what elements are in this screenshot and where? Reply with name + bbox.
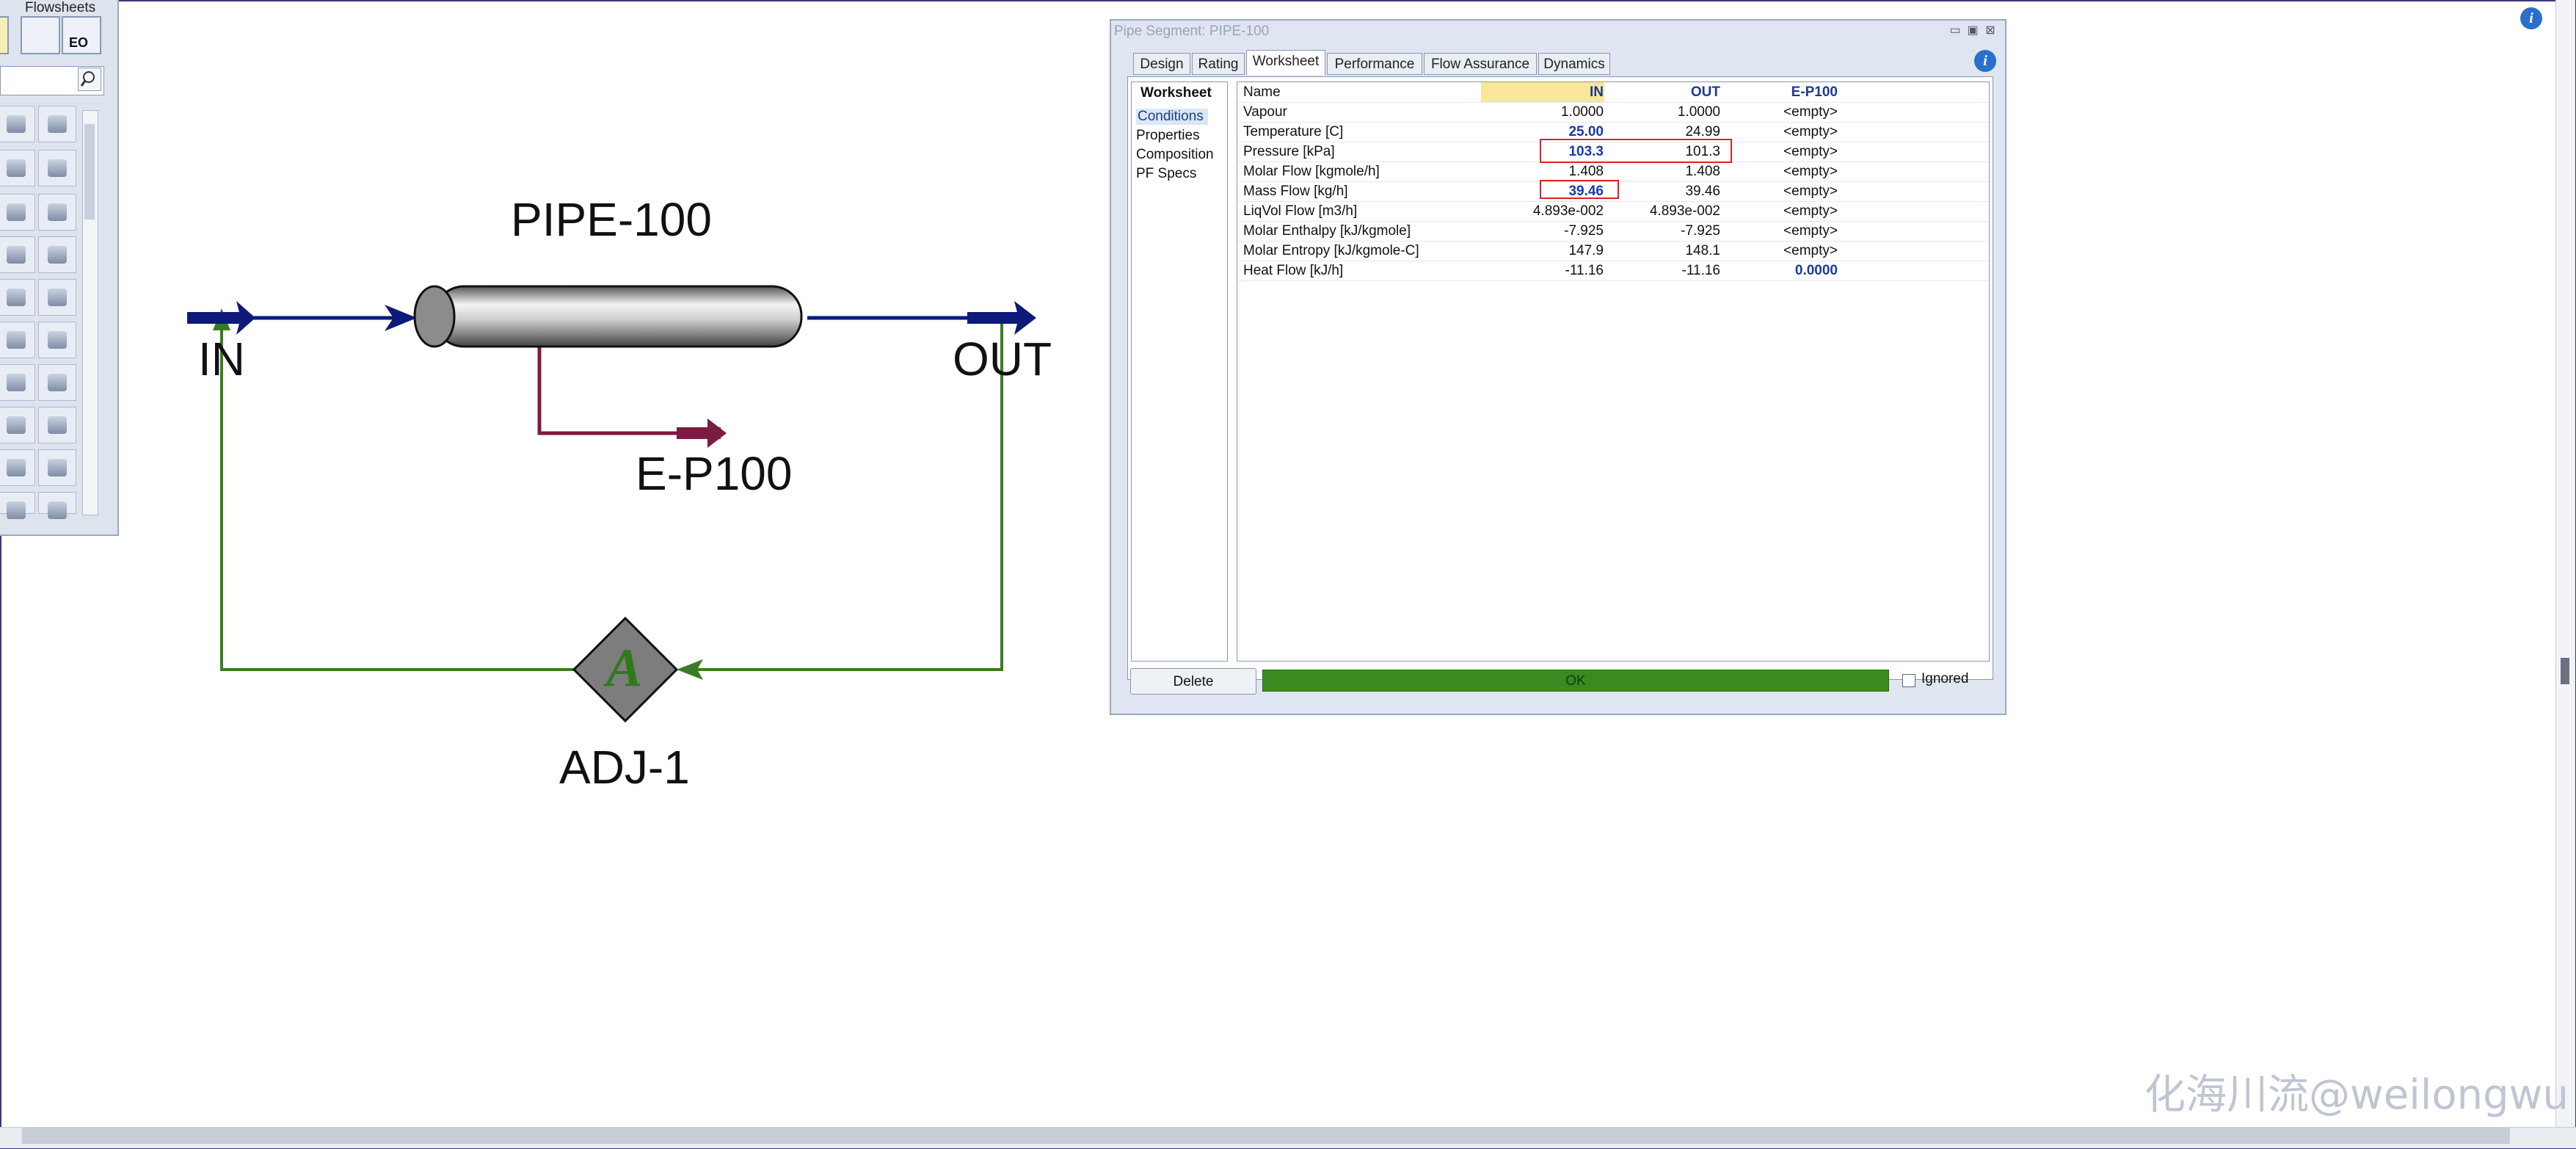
tab-worksheet[interactable]: Worksheet [1246,50,1325,75]
header-e-p100[interactable]: E-P100 [1722,82,1838,102]
status-bar: OK [1262,670,1889,692]
vertical-scrollbar[interactable] [2555,0,2575,1127]
header-in[interactable]: IN [1483,82,1604,102]
maximize-icon[interactable]: ▣ [1965,25,1980,37]
cell-e-p100: <empty> [1783,184,1838,199]
adjust-symbol: A [606,638,643,698]
cell-out: 148.1 [1685,243,1720,258]
table-row: Heat Flow [kJ/h] -11.16 -11.16 0.0000 [1237,261,1989,281]
adjust-label[interactable]: ADJ-1 [559,740,690,794]
cell-out: 4.893e-002 [1649,203,1720,219]
header-name: Name [1243,84,1281,100]
cell-out: 39.46 [1685,184,1720,199]
cell-in[interactable]: 1.408 [1483,162,1604,181]
pipe-segment-window: Pipe Segment: PIPE-100 ▭ ▣ ⊠ Design Rati… [1110,19,2006,715]
cell-in[interactable]: -7.925 [1483,221,1604,241]
cell-e-p100: <empty> [1783,124,1838,139]
sidenav-item-composition[interactable]: Composition [1136,147,1214,163]
cell-e-p100: <empty> [1783,223,1838,239]
row-label: Vapour [1243,104,1287,120]
tab-flow-assurance[interactable]: Flow Assurance [1424,53,1537,75]
mass-flow-highlight-box [1540,180,1619,199]
delete-button[interactable]: Delete [1130,668,1256,695]
cell-e-p100: <empty> [1783,144,1838,159]
row-label: LiqVol Flow [m3/h] [1243,203,1358,219]
tab-performance[interactable]: Performance [1327,53,1422,75]
cell-e-p100: <empty> [1783,104,1838,120]
close-icon[interactable]: ⊠ [1983,25,1998,37]
window-title: Pipe Segment: PIPE-100 [1114,23,1270,39]
cell-in[interactable]: 4.893e-002 [1483,201,1604,221]
row-label: Mass Flow [kg/h] [1243,184,1348,199]
table-row: Vapour 1.0000 1.0000 <empty> [1237,102,1989,123]
sidenav-item-pf-specs[interactable]: PF Specs [1136,166,1196,182]
energy-stream-e-p100[interactable] [537,344,727,448]
tab-rating[interactable]: Rating [1192,53,1245,75]
ignored-label: Ignored [1921,671,1969,686]
cell-in[interactable]: 1.0000 [1483,102,1604,122]
cell-out: 1.0000 [1677,104,1720,120]
row-label: Temperature [C] [1243,124,1344,139]
watermark: 化海川流@weilongwu [2144,1071,2569,1119]
row-label: Pressure [kPa] [1243,144,1335,159]
row-label: Heat Flow [kJ/h] [1243,263,1344,278]
cell-e-p100: 0.0000 [1794,263,1838,278]
conditions-table: Name IN OUT E-P100 Vapour 1.0000 1.0000 … [1237,81,1990,662]
vertical-scroll-thumb[interactable] [2561,658,2569,684]
cell-in[interactable]: 147.9 [1483,241,1604,261]
table-row: Molar Flow [kgmole/h] 1.408 1.408 <empty… [1237,162,1989,182]
cell-out: 1.408 [1685,164,1720,179]
adjust-logic-loop[interactable] [213,308,1003,680]
pressure-highlight-box [1540,139,1732,163]
table-row: Molar Entropy [kJ/kgmole-C] 147.9 148.1 … [1237,241,1989,261]
sidenav-item-conditions[interactable]: Conditions [1136,109,1208,125]
worksheet-sidenav: Worksheet Conditions Properties Composit… [1131,81,1228,662]
row-label: Molar Entropy [kJ/kgmole-C] [1243,243,1419,258]
row-label: Molar Enthalpy [kJ/kgmole] [1243,223,1411,239]
horizontal-scroll-thumb[interactable] [22,1128,2510,1144]
cell-e-p100: <empty> [1783,203,1838,219]
stream-in-label[interactable]: IN [198,332,245,386]
cell-in[interactable]: -11.16 [1483,261,1604,280]
header-out[interactable]: OUT [1604,82,1720,102]
sidenav-item-properties[interactable]: Properties [1136,128,1200,144]
cell-e-p100: <empty> [1783,164,1838,179]
pipe-segment-pipe-100[interactable] [413,285,803,348]
process-flow-diagram [187,285,1036,723]
cell-e-p100: <empty> [1783,243,1838,258]
energy-stream-label[interactable]: E-P100 [636,446,792,501]
table-header-row: Name IN OUT E-P100 [1237,82,1989,103]
tab-design[interactable]: Design [1133,53,1190,75]
row-label: Molar Flow [kgmole/h] [1243,164,1380,179]
worksheet-content: Worksheet Conditions Properties Composit… [1127,76,1993,680]
tab-dynamics[interactable]: Dynamics [1538,53,1610,75]
pipe-label[interactable]: PIPE-100 [511,192,712,247]
sidenav-header: Worksheet [1140,85,1212,101]
ignored-checkbox[interactable] [1902,674,1915,687]
window-info-icon[interactable]: i [1974,50,1996,72]
table-row: LiqVol Flow [m3/h] 4.893e-002 4.893e-002… [1237,201,1989,222]
table-row: Molar Enthalpy [kJ/kgmole] -7.925 -7.925… [1237,221,1989,242]
stream-out-label[interactable]: OUT [953,332,1052,386]
cell-out: -11.16 [1681,263,1720,278]
minimize-icon[interactable]: ▭ [1948,25,1962,37]
cell-out: -7.925 [1681,223,1720,239]
info-icon[interactable]: i [2520,7,2542,29]
